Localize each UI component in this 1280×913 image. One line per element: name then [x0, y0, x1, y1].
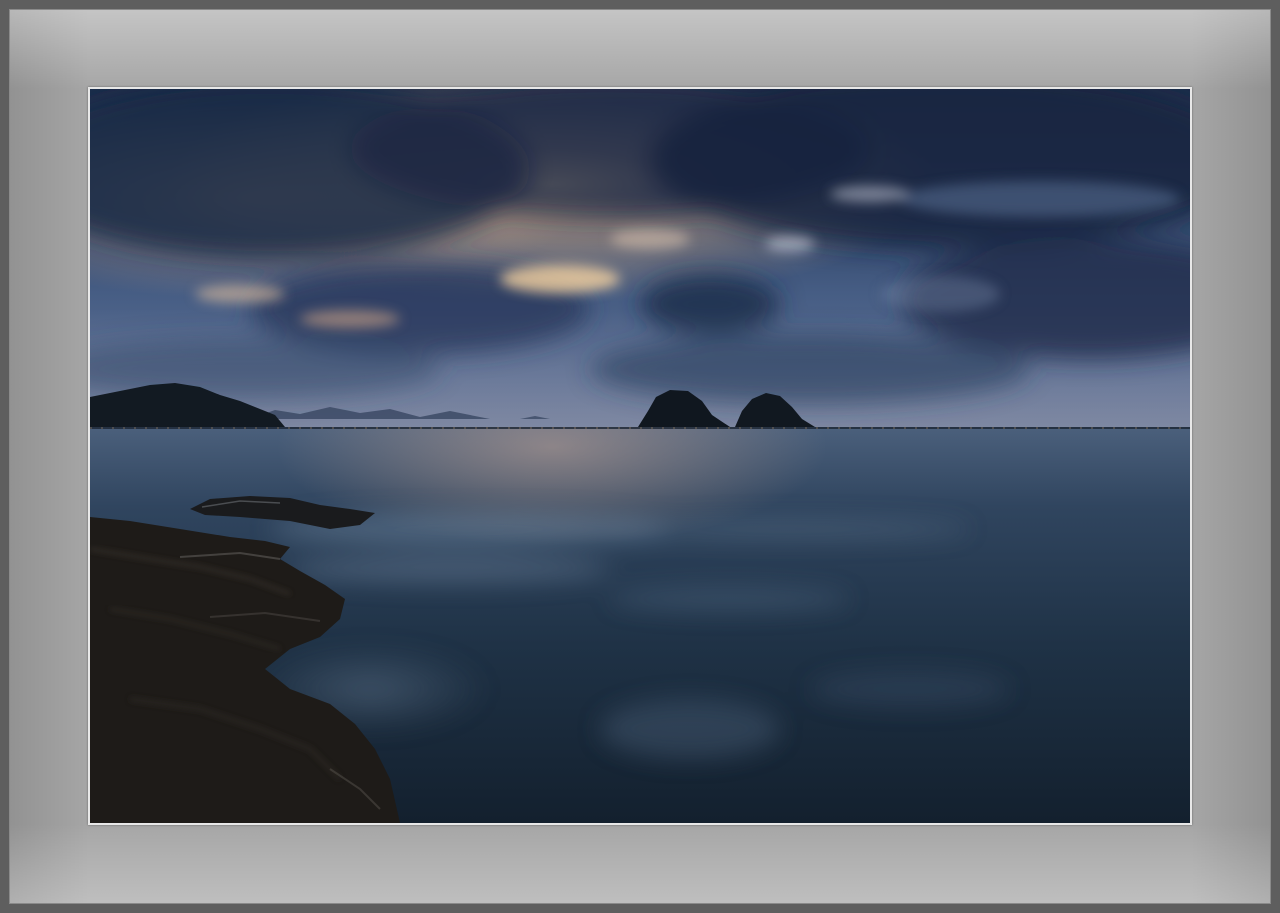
photo-white-border: [88, 87, 1192, 825]
outer-frame: [0, 0, 1280, 913]
seascape-photo: [90, 89, 1190, 823]
